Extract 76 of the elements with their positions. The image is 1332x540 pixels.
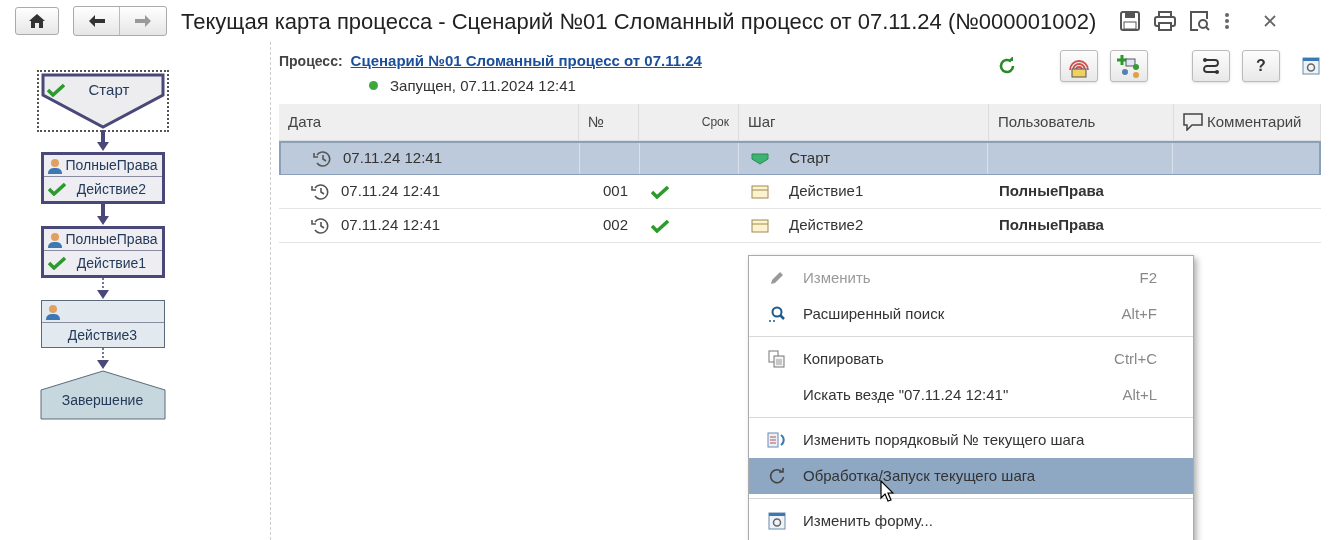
menu-item[interactable]: Искать везде "07.11.24 12:41" Alt+L — [749, 377, 1193, 413]
person-icon — [45, 303, 60, 320]
fingerprint-button[interactable] — [1060, 50, 1098, 82]
node-label: Старт — [88, 79, 130, 100]
action-node[interactable]: Действие3 — [40, 300, 165, 348]
action-node[interactable]: ПолныеПрава Действие2 — [40, 152, 165, 204]
list-arrows-icon — [767, 431, 787, 449]
process-link[interactable]: Сценарий №01 Сломанный процесс от 07.11.24 — [350, 50, 702, 73]
number-cell-text: 002 — [602, 215, 628, 236]
table-row[interactable]: 07.11.24 12:41 Старт — [279, 141, 1321, 175]
step-cell-text: Старт — [789, 148, 831, 169]
pencil-icon — [768, 269, 786, 287]
user-cell-text: ПолныеПрава — [999, 215, 1104, 236]
node-label: Действие3 — [66, 325, 139, 345]
menu-item[interactable]: Изменить порядковый № текущего шага — [749, 422, 1193, 458]
date-cell-text: 07.11.24 12:41 — [343, 148, 442, 169]
process-label: Процесс: — [279, 52, 343, 71]
copy-icon — [768, 350, 786, 368]
date-cell-text: 07.11.24 12:41 — [341, 181, 440, 202]
menu-item[interactable]: Расширенный поиск Alt+F — [749, 296, 1193, 332]
comment-icon — [1183, 113, 1203, 131]
close-icon[interactable] — [1264, 15, 1277, 27]
node-label: Завершение — [60, 391, 145, 410]
window-title: Текущая карта процесса - Сценарий №01 Сломанный процесс от 07.11.24 (№000001002) — [181, 7, 1097, 36]
step-cell-text: Действие2 — [789, 215, 864, 236]
route-button[interactable] — [1192, 50, 1230, 82]
start-step-icon — [751, 152, 770, 165]
shortcut-label: F2 — [1139, 267, 1157, 288]
refresh-icon[interactable] — [998, 57, 1016, 75]
more-icon[interactable] — [1224, 12, 1231, 30]
status-text: Запущен, 07.11.2024 12:41 — [390, 75, 576, 96]
node-user: ПолныеПрава — [65, 156, 158, 175]
back-arrow-icon — [88, 15, 105, 27]
menu-item[interactable]: Изменить форму... — [749, 503, 1193, 539]
shortcut-label: Alt+F — [1121, 303, 1157, 324]
column-header[interactable]: Комментарий — [1174, 104, 1321, 140]
shortcut-label: Alt+L — [1122, 384, 1157, 405]
person-icon — [47, 157, 62, 174]
scheme-button[interactable] — [1110, 50, 1148, 82]
form-settings-icon[interactable] — [1302, 57, 1320, 75]
history-icon — [311, 182, 329, 201]
action-node[interactable]: ПолныеПрава Действие1 — [40, 226, 165, 278]
node-label: Действие2 — [75, 179, 148, 199]
print-icon[interactable] — [1154, 11, 1177, 31]
shortcut-label: Ctrl+C — [1114, 348, 1157, 369]
history-icon — [311, 216, 329, 235]
history-icon — [313, 149, 331, 168]
start-node[interactable]: Старт — [38, 72, 167, 130]
column-header[interactable]: Срок — [639, 104, 739, 140]
preview-icon[interactable] — [1190, 11, 1211, 31]
menu-item[interactable]: Копировать Ctrl+C — [749, 341, 1193, 377]
refresh-icon — [768, 467, 786, 485]
save-icon[interactable] — [1120, 11, 1141, 31]
number-cell-text: 001 — [602, 181, 628, 202]
scheme-icon — [1117, 54, 1141, 78]
route-icon — [1202, 57, 1220, 75]
form-settings-icon — [768, 512, 786, 530]
action-step-icon — [751, 218, 769, 233]
node-user: ПолныеПрава — [65, 230, 158, 249]
home-button[interactable] — [15, 7, 59, 35]
forward-arrow-icon — [135, 15, 151, 27]
column-header[interactable]: Дата — [279, 104, 579, 140]
date-cell-text: 07.11.24 12:41 — [341, 215, 440, 236]
home-icon — [29, 14, 45, 28]
column-header[interactable]: № — [579, 104, 639, 140]
end-node[interactable]: Завершение — [39, 370, 166, 420]
help-button[interactable]: ? — [1242, 50, 1280, 82]
search-icon — [768, 305, 786, 323]
column-header[interactable]: Пользователь — [989, 104, 1174, 140]
person-icon — [47, 231, 62, 248]
node-label: Действие1 — [75, 253, 148, 273]
step-cell-text: Действие1 — [789, 181, 864, 202]
action-step-icon — [751, 184, 769, 199]
column-header[interactable]: Шаг — [739, 104, 989, 140]
user-cell-text: ПолныеПрава — [999, 181, 1104, 202]
menu-item[interactable]: Обработка/Запуск текущего шага — [749, 458, 1193, 494]
